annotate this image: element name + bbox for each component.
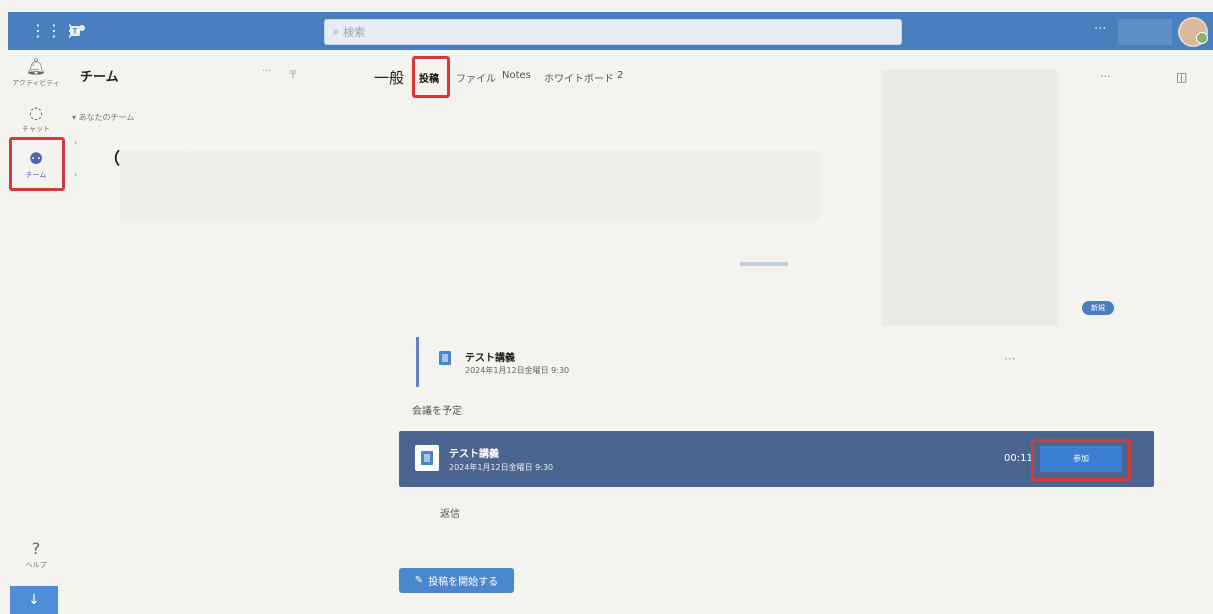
presence-status-icon bbox=[1196, 32, 1208, 44]
highlight-posts-tab bbox=[412, 56, 450, 98]
top-bar: ⋮⋮⋮ T ⌕ 検索 ··· bbox=[8, 12, 1213, 50]
highlight-teams-rail bbox=[9, 137, 65, 191]
compose-icon: ✎ bbox=[414, 575, 424, 586]
more-options-icon[interactable]: ··· bbox=[1094, 22, 1106, 37]
panel-title: チーム bbox=[80, 70, 119, 85]
chat-icon: ◌ bbox=[29, 103, 43, 122]
your-teams-section[interactable]: ▾ あなたのチーム bbox=[72, 112, 134, 123]
reply-link[interactable]: 返信 bbox=[440, 505, 460, 520]
download-icon: ↓ bbox=[28, 592, 40, 608]
rail-help-label: ヘルプ bbox=[25, 561, 47, 569]
search-placeholder: 検索 bbox=[343, 26, 366, 39]
background-illustration bbox=[882, 70, 1058, 326]
start-post-label: 投稿を開始する bbox=[428, 577, 499, 588]
search-icon: ⌕ bbox=[333, 25, 340, 38]
side-panel-icon[interactable]: ◫ bbox=[1176, 70, 1187, 84]
tab-notes[interactable]: Notes bbox=[502, 70, 531, 81]
start-post-button[interactable]: ✎ 投稿を開始する bbox=[399, 568, 514, 593]
post-more-icon[interactable]: ··· bbox=[1004, 352, 1015, 366]
tab-whiteboard[interactable]: ホワイトボード bbox=[544, 70, 614, 85]
highlight-join-button bbox=[1031, 439, 1131, 481]
channel-more-icon[interactable]: ··· bbox=[1100, 70, 1111, 83]
new-badge: 新規 bbox=[1082, 301, 1114, 315]
team-chevron-icon[interactable]: › bbox=[74, 138, 77, 147]
rail-chat[interactable]: ◌ チャット bbox=[8, 104, 64, 134]
download-button[interactable]: ↓ bbox=[10, 586, 58, 614]
meeting-title: テスト講義 bbox=[449, 449, 499, 460]
search-input[interactable]: ⌕ 検索 bbox=[324, 19, 902, 45]
meeting-icon-box bbox=[415, 445, 439, 471]
your-teams-label: あなたのチーム bbox=[78, 113, 135, 122]
channel-bullet-icon: › bbox=[74, 170, 78, 179]
rail-help[interactable]: ? ヘルプ bbox=[8, 540, 64, 570]
bell-icon: 🔔︎ bbox=[25, 57, 47, 76]
calendar-icon bbox=[421, 451, 433, 465]
post-date: 2024年1月12日金曜日 9:30 bbox=[465, 366, 570, 375]
rail-chat-label: チャット bbox=[22, 125, 50, 133]
svg-text:T: T bbox=[73, 27, 78, 36]
post-item[interactable]: テスト講義 2024年1月12日金曜日 9:30 bbox=[416, 337, 719, 387]
rail-activity-label: アクティビティ bbox=[12, 79, 60, 87]
channel-name: 一般 bbox=[374, 69, 405, 87]
meeting-timer: 00:11 bbox=[1004, 453, 1033, 464]
background-divider bbox=[740, 262, 788, 266]
teams-logo-icon[interactable]: T bbox=[68, 22, 86, 40]
filter-icon[interactable]: 〒 bbox=[288, 66, 298, 81]
document-icon bbox=[439, 351, 451, 365]
tab-files[interactable]: ファイル bbox=[456, 70, 496, 85]
rail-activity[interactable]: 🔔︎ アクティビティ bbox=[8, 58, 64, 88]
help-icon: ? bbox=[31, 539, 41, 558]
tab-more-count[interactable]: 2 bbox=[617, 70, 623, 81]
post-title: テスト講義 bbox=[465, 353, 515, 364]
meeting-date: 2024年1月12日金曜日 9:30 bbox=[449, 463, 554, 472]
scheduled-meeting-label: 会議を予定 bbox=[412, 406, 462, 417]
account-info bbox=[1118, 19, 1172, 45]
background-illustration bbox=[120, 150, 820, 220]
panel-more-icon[interactable]: ··· bbox=[262, 66, 272, 77]
